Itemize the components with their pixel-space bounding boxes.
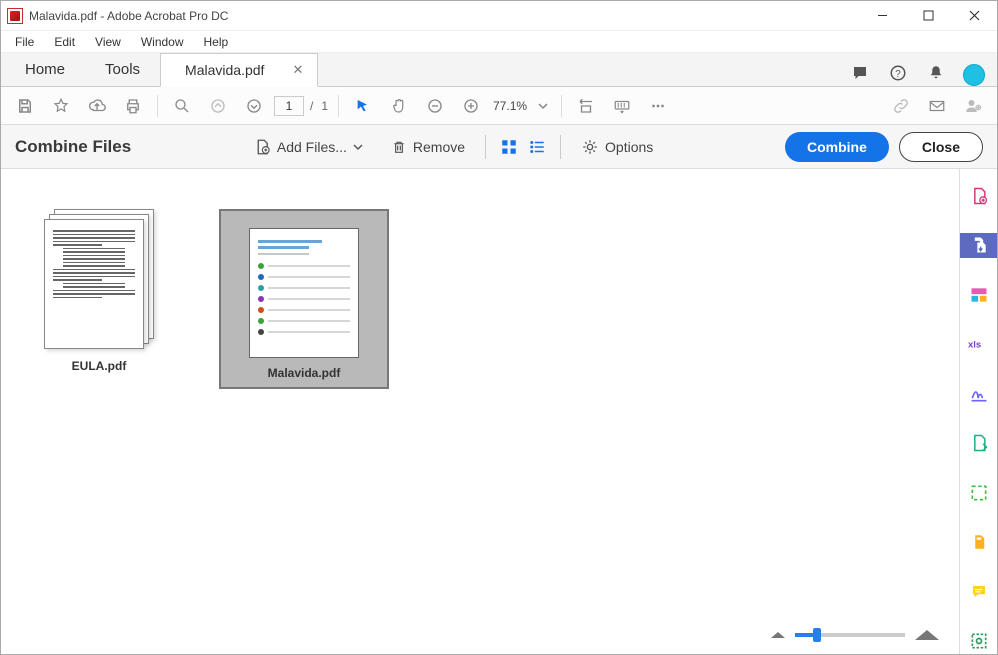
tab-document[interactable]: Malavida.pdf ✕	[160, 53, 318, 87]
combine-canvas[interactable]: EULA.pdf	[1, 169, 959, 654]
rail-protect-icon[interactable]	[960, 530, 998, 556]
print-icon[interactable]	[119, 92, 147, 120]
rail-organize-icon[interactable]	[960, 431, 998, 457]
menu-edit[interactable]: Edit	[44, 33, 85, 51]
prev-page-icon[interactable]	[204, 92, 232, 120]
page-number-input[interactable]: 1	[274, 96, 304, 116]
combine-files-bar: Combine Files Add Files... Remove Option	[1, 125, 997, 169]
account-avatar[interactable]	[963, 64, 985, 86]
help-icon[interactable]: ?	[885, 60, 911, 86]
close-panel-label: Close	[922, 139, 960, 155]
zoom-slider[interactable]	[795, 633, 905, 637]
combine-button[interactable]: Combine	[785, 132, 889, 162]
combine-title: Combine Files	[15, 137, 131, 157]
fit-page-icon[interactable]	[608, 92, 636, 120]
file-preview-icon	[249, 228, 359, 358]
options-button[interactable]: Options	[571, 134, 663, 160]
rail-comment-icon[interactable]	[960, 579, 998, 605]
menu-bar: File Edit View Window Help	[1, 31, 997, 53]
rail-create-pdf-icon[interactable]	[960, 183, 998, 209]
combine-label: Combine	[807, 139, 867, 155]
zoom-slider-handle[interactable]	[813, 628, 821, 642]
cloud-upload-icon[interactable]	[83, 92, 111, 120]
main-toolbar: 1 / 1 77.1%	[1, 87, 997, 125]
fit-width-icon[interactable]	[572, 92, 600, 120]
more-tools-icon[interactable]	[644, 92, 672, 120]
menu-help[interactable]: Help	[194, 33, 239, 51]
svg-text:?: ?	[895, 69, 901, 80]
page-sep: /	[306, 99, 317, 113]
file-thumb[interactable]: EULA.pdf	[29, 209, 169, 373]
menu-file[interactable]: File	[5, 33, 44, 51]
title-bar: Malavida.pdf - Adobe Acrobat Pro DC	[1, 1, 997, 31]
rail-scan-icon[interactable]	[960, 480, 998, 506]
select-tool-icon[interactable]	[349, 92, 377, 120]
share-people-icon[interactable]	[959, 92, 987, 120]
window-title: Malavida.pdf - Adobe Acrobat Pro DC	[29, 9, 859, 23]
next-page-icon[interactable]	[240, 92, 268, 120]
zoom-out-icon[interactable]	[421, 92, 449, 120]
tab-tools[interactable]: Tools	[85, 53, 160, 86]
zoom-larger-icon[interactable]	[915, 630, 939, 640]
tab-document-label: Malavida.pdf	[185, 62, 264, 78]
app-icon	[7, 8, 23, 24]
maximize-button[interactable]	[905, 1, 951, 31]
page-total: 1	[317, 99, 332, 113]
hand-tool-icon[interactable]	[385, 92, 413, 120]
close-tab-icon[interactable]: ✕	[292, 62, 303, 78]
save-icon[interactable]	[11, 92, 39, 120]
thumbnail-zoom-control	[771, 630, 939, 640]
zoom-in-icon[interactable]	[457, 92, 485, 120]
rail-more-tools-icon[interactable]	[960, 629, 998, 655]
file-selection-frame: Malavida.pdf	[219, 209, 389, 389]
thumbnail-view-icon[interactable]	[498, 136, 520, 158]
email-icon[interactable]	[923, 92, 951, 120]
notifications-icon[interactable]	[923, 60, 949, 86]
file-label: Malavida.pdf	[268, 366, 341, 380]
rail-export-pdf-icon[interactable]: xls	[960, 332, 998, 358]
share-link-icon[interactable]	[887, 92, 915, 120]
file-thumb-selected[interactable]: Malavida.pdf	[219, 209, 389, 389]
comments-icon[interactable]	[847, 60, 873, 86]
svg-text:xls: xls	[968, 340, 981, 351]
add-files-label: Add Files...	[277, 139, 347, 155]
file-label: EULA.pdf	[72, 359, 127, 373]
rail-combine-files-icon[interactable]	[960, 233, 998, 259]
add-files-button[interactable]: Add Files...	[243, 134, 379, 160]
zoom-dropdown-icon[interactable]	[535, 92, 551, 120]
star-icon[interactable]	[47, 92, 75, 120]
close-window-button[interactable]	[951, 1, 997, 31]
options-label: Options	[605, 139, 653, 155]
menu-window[interactable]: Window	[131, 33, 194, 51]
remove-label: Remove	[413, 139, 465, 155]
list-view-icon[interactable]	[526, 136, 548, 158]
close-panel-button[interactable]: Close	[899, 132, 983, 162]
find-icon[interactable]	[168, 92, 196, 120]
file-stack-icon	[44, 209, 154, 349]
tools-rail: xls	[959, 169, 997, 654]
remove-button[interactable]: Remove	[381, 134, 475, 160]
tab-bar: Home Tools Malavida.pdf ✕ ?	[1, 53, 997, 87]
menu-view[interactable]: View	[85, 33, 131, 51]
rail-edit-pdf-icon[interactable]	[960, 282, 998, 308]
rail-sign-icon[interactable]	[960, 381, 998, 407]
minimize-button[interactable]	[859, 1, 905, 31]
zoom-smaller-icon[interactable]	[771, 632, 785, 638]
zoom-level[interactable]: 77.1%	[489, 99, 531, 113]
tab-home[interactable]: Home	[5, 53, 85, 86]
